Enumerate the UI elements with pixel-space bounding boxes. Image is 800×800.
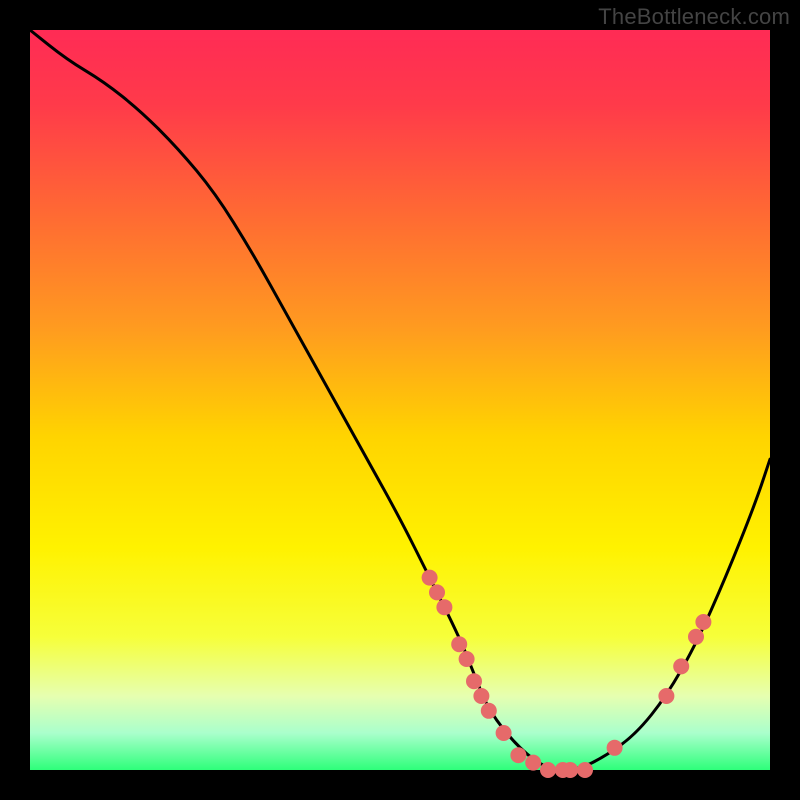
plot-background xyxy=(30,30,770,770)
curve-marker xyxy=(436,599,452,615)
curve-marker xyxy=(510,747,526,763)
curve-marker xyxy=(658,688,674,704)
chart-stage: TheBottleneck.com xyxy=(0,0,800,800)
curve-marker xyxy=(473,688,489,704)
curve-marker xyxy=(481,703,497,719)
curve-marker xyxy=(562,762,578,778)
curve-marker xyxy=(688,629,704,645)
curve-marker xyxy=(540,762,556,778)
curve-marker xyxy=(695,614,711,630)
curve-marker xyxy=(451,636,467,652)
curve-marker xyxy=(577,762,593,778)
curve-marker xyxy=(429,584,445,600)
curve-marker xyxy=(607,740,623,756)
curve-marker xyxy=(459,651,475,667)
curve-marker xyxy=(422,570,438,586)
curve-marker xyxy=(466,673,482,689)
chart-svg xyxy=(0,0,800,800)
curve-marker xyxy=(673,658,689,674)
curve-marker xyxy=(525,755,541,771)
curve-marker xyxy=(496,725,512,741)
